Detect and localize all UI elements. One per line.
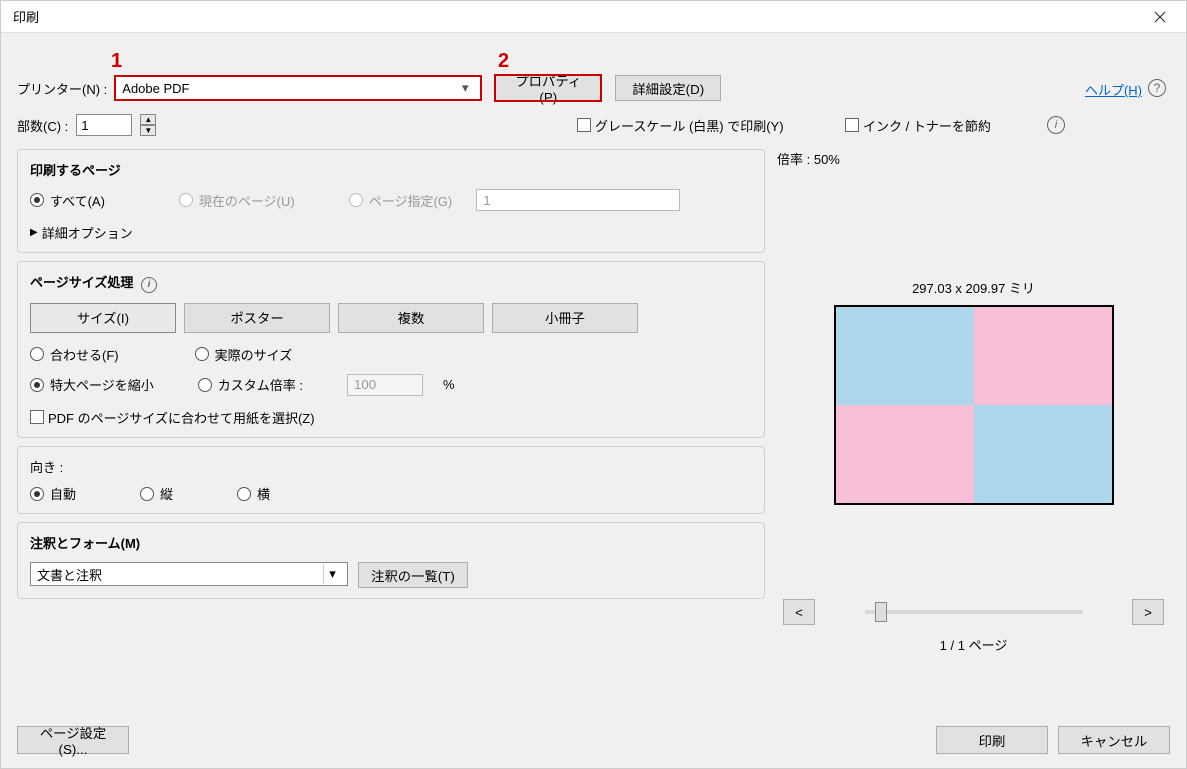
preview-quadrant <box>974 405 1112 503</box>
grayscale-label: グレースケール (白黒) で印刷(Y) <box>595 116 784 135</box>
percent-label: % <box>443 377 455 392</box>
page-setup-button[interactable]: ページ設定(S)... <box>17 726 129 754</box>
sizing-title: ページサイズ処理 i <box>30 272 752 293</box>
preview-next-button[interactable]: > <box>1132 599 1164 625</box>
advanced-settings-button[interactable]: 詳細設定(D) <box>615 75 721 101</box>
detail-options-label: 詳細オプション <box>42 223 133 242</box>
preview-scale-label: 倍率 : 50% <box>777 149 1170 168</box>
grayscale-checkbox[interactable]: グレースケール (白黒) で印刷(Y) <box>577 116 784 135</box>
annotation-1: 1 <box>111 50 122 73</box>
poster-button[interactable]: ポスター <box>184 303 330 333</box>
radio-circle <box>30 193 44 207</box>
print-button[interactable]: 印刷 <box>936 726 1048 754</box>
radio-circle <box>30 487 44 501</box>
pages-current-label: 現在のページ(U) <box>199 191 295 210</box>
preview-quadrant <box>836 307 974 405</box>
orientation-auto-label: 自動 <box>50 484 76 503</box>
radio-circle <box>30 378 44 392</box>
orientation-landscape-radio[interactable]: 横 <box>237 484 270 503</box>
pages-all-radio[interactable]: すべて(A) <box>30 191 105 210</box>
save-ink-checkbox[interactable]: インク / トナーを節約 <box>845 116 991 135</box>
info-icon[interactable]: i <box>141 277 157 293</box>
custom-scale-input[interactable] <box>347 374 423 396</box>
help-link[interactable]: ヘルプ(H) <box>1085 80 1142 99</box>
pages-range-radio[interactable]: ページ指定(G) <box>349 191 453 210</box>
actual-size-radio[interactable]: 実際のサイズ <box>195 345 293 364</box>
radio-circle <box>237 487 251 501</box>
preview-prev-button[interactable]: < <box>783 599 815 625</box>
sizing-section: ページサイズ処理 i サイズ(I) ポスター 複数 小冊子 合わせる(F) <box>17 261 765 438</box>
checkbox-box <box>30 410 44 424</box>
radio-circle <box>140 487 154 501</box>
info-icon[interactable]: i <box>1047 116 1065 134</box>
printer-select[interactable]: Adobe PDF ▾ <box>115 76 481 100</box>
comments-list-button[interactable]: 注釈の一覧(T) <box>358 562 468 588</box>
help-icon[interactable]: ? <box>1148 79 1166 97</box>
size-button[interactable]: サイズ(I) <box>30 303 176 333</box>
annotation-2: 2 <box>498 50 509 73</box>
fit-radio[interactable]: 合わせる(F) <box>30 345 119 364</box>
pdf-page-size-label: PDF のページサイズに合わせて用紙を選択(Z) <box>48 408 315 427</box>
copies-spinner: ▲ ▼ <box>140 114 156 136</box>
pages-all-label: すべて(A) <box>50 191 105 210</box>
shrink-radio[interactable]: 特大ページを縮小 <box>30 375 154 394</box>
radio-circle <box>30 347 44 361</box>
preview-dimensions: 297.03 x 209.97 ミリ <box>777 278 1170 297</box>
orientation-landscape-label: 横 <box>257 484 270 503</box>
cancel-button[interactable]: キャンセル <box>1058 726 1170 754</box>
orientation-portrait-radio[interactable]: 縦 <box>140 484 173 503</box>
pages-title: 印刷するページ <box>30 160 752 179</box>
printer-label: プリンター(N) : <box>17 79 107 98</box>
copies-label: 部数(C) : <box>17 116 68 135</box>
pages-section: 印刷するページ すべて(A) 現在のページ(U) ページ指定(G) <box>17 149 765 253</box>
triangle-right-icon: ▶ <box>30 227 38 238</box>
shrink-label: 特大ページを縮小 <box>50 375 154 394</box>
preview-quadrant <box>836 405 974 503</box>
preview-page-info: 1 / 1 ページ <box>777 635 1170 654</box>
preview-quadrant <box>974 307 1112 405</box>
copies-input[interactable] <box>76 114 132 136</box>
radio-circle <box>179 193 193 207</box>
properties-button[interactable]: プロパティ(P) <box>495 75 601 101</box>
radio-circle <box>198 378 212 392</box>
pages-range-input[interactable] <box>476 189 680 211</box>
orientation-auto-radio[interactable]: 自動 <box>30 484 76 503</box>
fit-label: 合わせる(F) <box>50 345 119 364</box>
preview-slider[interactable] <box>865 610 1083 614</box>
close-icon <box>1154 11 1166 23</box>
titlebar: 印刷 <box>1 1 1186 33</box>
comments-title: 注釈とフォーム(M) <box>30 533 752 552</box>
detail-options-toggle[interactable]: ▶ 詳細オプション <box>30 223 752 242</box>
orientation-title: 向き : <box>30 457 752 476</box>
save-ink-label: インク / トナーを節約 <box>863 116 991 135</box>
chevron-down-icon: ▾ <box>323 564 341 584</box>
comments-select[interactable]: 文書と注釈 ▾ <box>30 562 348 586</box>
pdf-page-size-checkbox[interactable]: PDF のページサイズに合わせて用紙を選択(Z) <box>30 408 315 427</box>
radio-circle <box>195 347 209 361</box>
copies-down-button[interactable]: ▼ <box>140 125 156 136</box>
radio-circle <box>349 193 363 207</box>
comments-section: 注釈とフォーム(M) 文書と注釈 ▾ 注釈の一覧(T) <box>17 522 765 599</box>
orientation-portrait-label: 縦 <box>160 484 173 503</box>
sizing-title-text: ページサイズ処理 <box>30 275 133 290</box>
booklet-button[interactable]: 小冊子 <box>492 303 638 333</box>
multiple-button[interactable]: 複数 <box>338 303 484 333</box>
slider-thumb[interactable] <box>875 602 887 622</box>
window-title: 印刷 <box>13 7 39 26</box>
actual-size-label: 実際のサイズ <box>215 345 293 364</box>
pages-range-label: ページ指定(G) <box>369 191 453 210</box>
pages-current-radio[interactable]: 現在のページ(U) <box>179 191 295 210</box>
custom-scale-label: カスタム倍率 : <box>218 375 303 394</box>
chevron-down-icon: ▾ <box>456 80 474 96</box>
orientation-section: 向き : 自動 縦 横 <box>17 446 765 514</box>
printer-value: Adobe PDF <box>122 81 189 96</box>
comments-value: 文書と注釈 <box>37 565 102 584</box>
checkbox-box <box>845 118 859 132</box>
checkbox-box <box>577 118 591 132</box>
copies-up-button[interactable]: ▲ <box>140 114 156 125</box>
custom-scale-radio[interactable]: カスタム倍率 : <box>198 375 303 394</box>
close-button[interactable] <box>1138 2 1182 32</box>
preview-image <box>834 305 1114 505</box>
